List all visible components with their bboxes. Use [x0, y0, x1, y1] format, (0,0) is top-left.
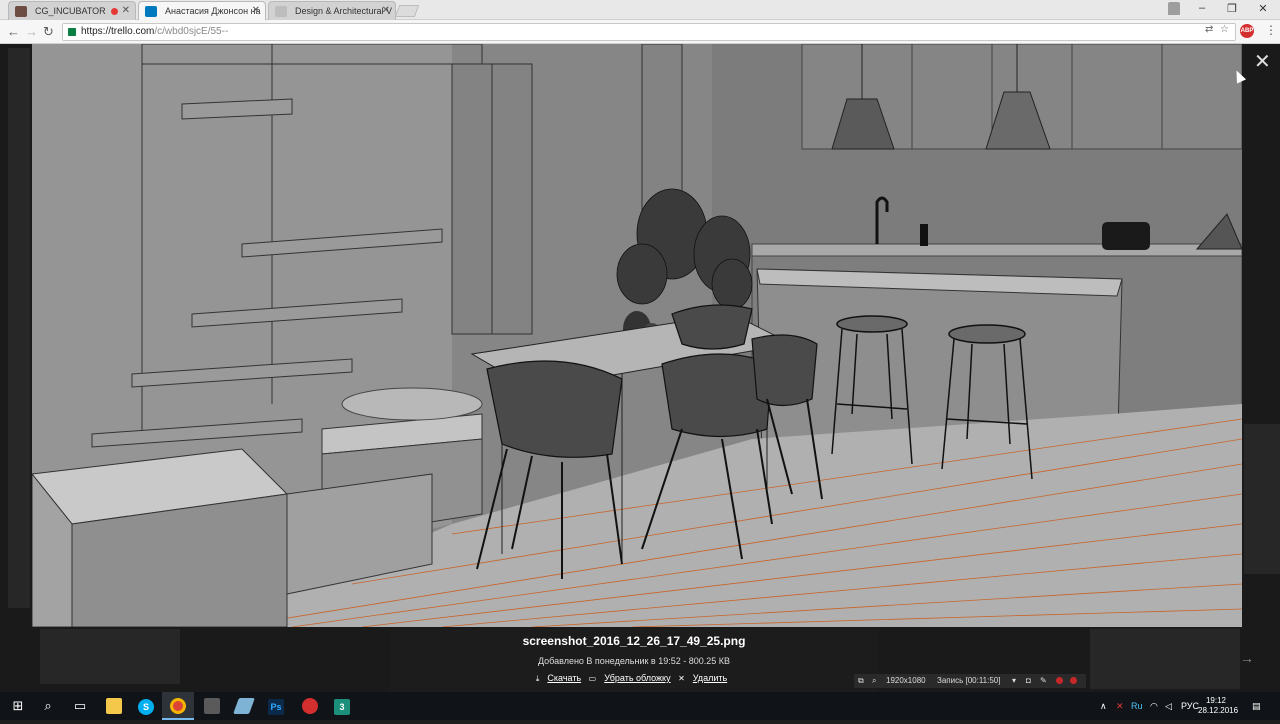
windows-taskbar: ⊞ ⌕ ▭ S Ps 3 ∧ ✕ Ru ◠ ◁ РУС 19:12 28.12.…	[0, 692, 1280, 720]
next-attachment-icon[interactable]: →	[1240, 650, 1254, 666]
skype-icon[interactable]: S	[130, 692, 162, 720]
chrome-icon[interactable]	[162, 692, 194, 720]
notifications-icon[interactable]: ▤	[1252, 692, 1261, 720]
url-path: /c/wbd0sjcE/55--	[154, 26, 229, 37]
attachment-image	[32, 44, 1242, 627]
recorder-stop-icon[interactable]	[1070, 677, 1077, 684]
tab-close-icon[interactable]: ✕	[252, 5, 260, 16]
adblock-icon[interactable]: ABP	[1240, 24, 1254, 38]
calculator-icon[interactable]	[196, 692, 228, 720]
viewer-close-icon[interactable]: ✕	[1254, 52, 1271, 72]
browser-tab-strip: CG_INCUBATOR ✕ Анастасия Джонсон на ✕ De…	[0, 0, 1280, 20]
3dsmax-icon[interactable]: 3	[326, 692, 358, 720]
system-clock[interactable]: 19:12 28.12.2016	[1198, 696, 1239, 716]
recorder-pen-icon[interactable]: ✎	[1040, 676, 1047, 685]
recorder-window-icon[interactable]: ⧉	[858, 676, 864, 686]
address-toolbar: ← → ↻ https://trello.com/c/wbd0sjcE/55--…	[0, 20, 1280, 44]
tab-title: Анастасия Джонсон на	[165, 6, 261, 16]
download-icon: ⤓	[535, 674, 540, 683]
tab-cg-incubator[interactable]: CG_INCUBATOR ✕	[8, 1, 136, 20]
background-thumbnail	[40, 629, 180, 684]
task-view-icon[interactable]: ▭	[64, 692, 96, 720]
browser-menu-icon[interactable]: ⋮	[1265, 23, 1277, 37]
network-icon[interactable]: ◠	[1150, 692, 1158, 720]
background-thumbnail	[1090, 629, 1240, 689]
tray-app-icon[interactable]: ✕	[1116, 692, 1124, 720]
search-icon[interactable]: ⌕	[32, 692, 64, 720]
photoshop-icon[interactable]: Ps	[260, 692, 292, 720]
recorder-pause-icon[interactable]	[1056, 677, 1063, 684]
recorder-resolution: 1920x1080	[886, 676, 926, 685]
tab-design-architectural[interactable]: Design & Architectural V ✕	[268, 1, 396, 20]
delete-link[interactable]: Удалить	[693, 673, 727, 683]
url-host: https://trello.com	[81, 26, 155, 37]
lock-icon	[68, 28, 76, 36]
tab-close-icon[interactable]: ✕	[122, 5, 130, 16]
feather-icon[interactable]	[228, 692, 260, 720]
attachment-meta: Добавлено В понедельник в 19:52 - 800.25…	[537, 656, 731, 666]
input-method-indicator[interactable]: Ru	[1131, 692, 1143, 720]
recorder-camera-icon[interactable]: ◘	[1026, 676, 1031, 685]
tray-expand-icon[interactable]: ∧	[1100, 692, 1107, 720]
start-icon[interactable]: ⊞	[2, 692, 34, 720]
clock-time: 19:12	[1205, 696, 1227, 705]
translate-icon[interactable]: ⇄	[1205, 24, 1213, 35]
minimize-icon[interactable]: –	[1187, 2, 1217, 14]
language-indicator[interactable]: РУС	[1181, 692, 1199, 720]
forward-icon[interactable]: →	[25, 24, 38, 39]
background-board-left	[8, 48, 30, 608]
record-icon[interactable]	[294, 692, 326, 720]
remove-cover-link[interactable]: Убрать обложку	[604, 673, 670, 683]
attachment-details: screenshot_2016_12_26_17_49_25.png Добав…	[390, 629, 878, 692]
recorder-zoom-icon[interactable]: ⌕	[872, 676, 876, 686]
attachment-actions: ⤓ Скачать ▭ Убрать обложку ✕ Удалить	[390, 673, 878, 684]
tab-title: Design & Architectural V	[295, 6, 393, 16]
profile-icon[interactable]	[1168, 2, 1180, 15]
tab-close-icon[interactable]: ✕	[382, 5, 390, 16]
kitchen-wireframe-render	[32, 44, 1242, 627]
clock-date: 28.12.2016	[1198, 706, 1239, 715]
new-tab-button[interactable]	[394, 5, 420, 17]
url-input[interactable]: https://trello.com/c/wbd0sjcE/55--	[62, 23, 1236, 41]
recording-dot-icon	[111, 8, 118, 15]
trello-favicon-icon	[145, 6, 157, 17]
back-icon[interactable]: ←	[7, 24, 20, 39]
file-explorer-icon[interactable]	[98, 692, 130, 720]
page-favicon-icon	[275, 6, 287, 17]
site-favicon-icon	[15, 6, 27, 17]
close-icon[interactable]: ✕	[1248, 2, 1278, 15]
screen-recorder-toolbar: ⧉ ⌕ 1920x1080 Запись [00:11:50] ▾ ◘ ✎	[854, 674, 1086, 688]
delete-icon: ✕	[678, 674, 685, 683]
tab-trello-card[interactable]: Анастасия Джонсон на ✕	[138, 1, 266, 20]
attachment-filename: screenshot_2016_12_26_17_49_25.png	[522, 634, 746, 648]
bookmark-star-icon[interactable]: ☆	[1220, 24, 1229, 35]
card-cover-icon: ▭	[588, 674, 597, 683]
volume-icon[interactable]: ◁	[1165, 692, 1172, 720]
recorder-status: Запись [00:11:50]	[937, 676, 1001, 685]
background-board-right	[1244, 424, 1280, 574]
restore-icon[interactable]: ❐	[1217, 2, 1247, 15]
recorder-dropdown-icon[interactable]: ▾	[1012, 676, 1016, 685]
tab-title: CG_INCUBATOR	[35, 6, 106, 16]
reload-icon[interactable]: ↻	[43, 24, 54, 40]
download-link[interactable]: Скачать	[547, 673, 581, 683]
